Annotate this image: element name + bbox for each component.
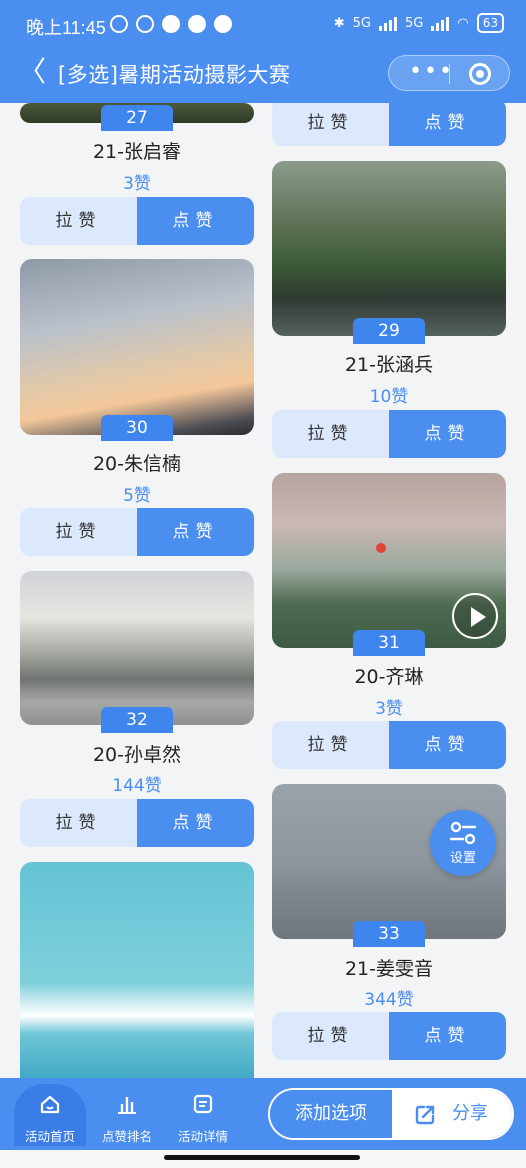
qq-icon bbox=[162, 15, 180, 33]
pull-like-button[interactable]: 拉赞 bbox=[20, 799, 137, 847]
tab-home[interactable]: 活动首页 bbox=[14, 1084, 86, 1146]
page-title: [多选]暑期活动摄影大赛 bbox=[58, 63, 291, 87]
entry-photo[interactable] bbox=[20, 571, 254, 725]
action-group: 添加选项 分享 bbox=[268, 1088, 514, 1140]
alarm-icon bbox=[136, 15, 154, 33]
entry-number: 30 bbox=[101, 415, 173, 441]
entry-number: 31 bbox=[353, 630, 425, 656]
mute-icon bbox=[110, 15, 128, 33]
share-icon bbox=[415, 1105, 435, 1125]
entry-votes: 344赞 bbox=[364, 990, 414, 1010]
pull-like-button[interactable]: 拉赞 bbox=[272, 410, 389, 458]
entry-votes: 10赞 bbox=[369, 387, 409, 407]
like-button[interactable]: 点赞 bbox=[389, 410, 506, 458]
back-icon[interactable]: 〈 bbox=[18, 58, 46, 86]
entry-number: 33 bbox=[353, 921, 425, 947]
battery-indicator: 63 bbox=[476, 13, 504, 33]
like-button[interactable]: 点赞 bbox=[389, 1012, 506, 1060]
pull-like-button[interactable]: 拉赞 bbox=[272, 1012, 389, 1060]
entry-name: 21-张涵兵 bbox=[344, 354, 434, 376]
app-icon bbox=[214, 15, 232, 33]
like-button[interactable]: 点赞 bbox=[137, 799, 254, 847]
status-notification-icons bbox=[110, 15, 232, 33]
settings-sliders-icon bbox=[449, 821, 477, 845]
entry-votes: 3赞 bbox=[123, 174, 151, 194]
add-option-button[interactable]: 添加选项 bbox=[270, 1090, 392, 1138]
entry-photo[interactable] bbox=[20, 259, 254, 435]
signal-icon-2 bbox=[431, 15, 450, 31]
wechat-icon bbox=[188, 15, 206, 33]
pull-like-button[interactable]: 拉赞 bbox=[272, 99, 389, 146]
settings-label: 设置 bbox=[449, 851, 476, 866]
status-time: 晚上11:45 bbox=[26, 18, 106, 38]
like-button[interactable]: 点赞 bbox=[137, 508, 254, 556]
signal-icon bbox=[379, 15, 398, 31]
bar-chart-icon bbox=[118, 1097, 136, 1114]
share-label: 分享 bbox=[452, 1103, 488, 1124]
entry-number: 32 bbox=[101, 707, 173, 733]
mini-program-capsule: ••• bbox=[388, 55, 510, 91]
home-indicator bbox=[0, 1150, 526, 1168]
tab-label: 点赞排名 bbox=[101, 1129, 152, 1144]
entry-photo[interactable] bbox=[272, 161, 506, 336]
entry-actions: 拉赞 点赞 bbox=[20, 799, 254, 847]
pull-like-button[interactable]: 拉赞 bbox=[20, 197, 137, 245]
pull-like-button[interactable]: 拉赞 bbox=[20, 508, 137, 556]
entry-actions: 拉赞 点赞 bbox=[20, 508, 254, 556]
home-icon bbox=[40, 1095, 60, 1114]
entry-actions: 拉赞 点赞 bbox=[272, 1012, 506, 1060]
entry-votes: 3赞 bbox=[375, 699, 403, 719]
entry-actions: 拉赞 点赞 bbox=[272, 99, 506, 146]
entry-name: 21-姜雯音 bbox=[344, 958, 434, 980]
entry-photo[interactable] bbox=[20, 862, 254, 1082]
entry-name: 20-朱信楠 bbox=[92, 453, 182, 475]
nav-bar: 〈 [多选]暑期活动摄影大赛 ••• bbox=[0, 50, 526, 96]
capsule-divider bbox=[449, 64, 450, 84]
more-dots-icon[interactable]: ••• bbox=[409, 61, 454, 83]
entry-number: 29 bbox=[353, 318, 425, 344]
network-label-2: 5G bbox=[405, 15, 424, 31]
tab-label: 活动详情 bbox=[177, 1129, 228, 1144]
bottom-tab-bar: 活动首页 点赞排名 活动详情 添加选项 分享 bbox=[0, 1078, 526, 1150]
like-button[interactable]: 点赞 bbox=[389, 721, 506, 769]
network-label-1: 5G bbox=[352, 15, 372, 31]
entry-number: 27 bbox=[101, 105, 173, 131]
settings-button[interactable]: 设置 bbox=[430, 810, 496, 876]
tab-label: 活动首页 bbox=[24, 1129, 75, 1144]
entry-votes: 5赞 bbox=[123, 486, 151, 506]
tab-ranking[interactable]: 点赞排名 bbox=[91, 1084, 163, 1146]
status-bar: 晚上11:45 ✱ 5G 5G ◠ 63 bbox=[0, 0, 526, 48]
entry-name: 20-齐琳 bbox=[354, 666, 424, 688]
sun-mark bbox=[376, 543, 386, 553]
entry-name: 20-孙卓然 bbox=[92, 744, 182, 766]
status-system-icons: ✱ 5G 5G ◠ 63 bbox=[334, 13, 504, 33]
entry-votes: 144赞 bbox=[112, 776, 162, 796]
target-icon[interactable] bbox=[469, 63, 491, 85]
bluetooth-icon: ✱ bbox=[333, 15, 345, 31]
wifi-icon: ◠ bbox=[457, 15, 469, 31]
tab-details[interactable]: 活动详情 bbox=[167, 1084, 239, 1146]
entry-photo[interactable] bbox=[272, 473, 506, 648]
document-icon bbox=[193, 1094, 213, 1114]
entry-actions: 拉赞 点赞 bbox=[272, 721, 506, 769]
share-button[interactable]: 分享 bbox=[392, 1090, 512, 1138]
entry-name: 21-张启睿 bbox=[92, 141, 182, 163]
like-button[interactable]: 点赞 bbox=[137, 197, 254, 245]
play-icon[interactable] bbox=[452, 593, 498, 639]
entry-actions: 拉赞 点赞 bbox=[20, 197, 254, 245]
entry-actions: 拉赞 点赞 bbox=[272, 410, 506, 458]
pull-like-button[interactable]: 拉赞 bbox=[272, 721, 389, 769]
app-header: 晚上11:45 ✱ 5G 5G ◠ 63 〈 [多选]暑期活动摄影大赛 ••• bbox=[0, 0, 526, 103]
like-button[interactable]: 点赞 bbox=[389, 99, 506, 146]
